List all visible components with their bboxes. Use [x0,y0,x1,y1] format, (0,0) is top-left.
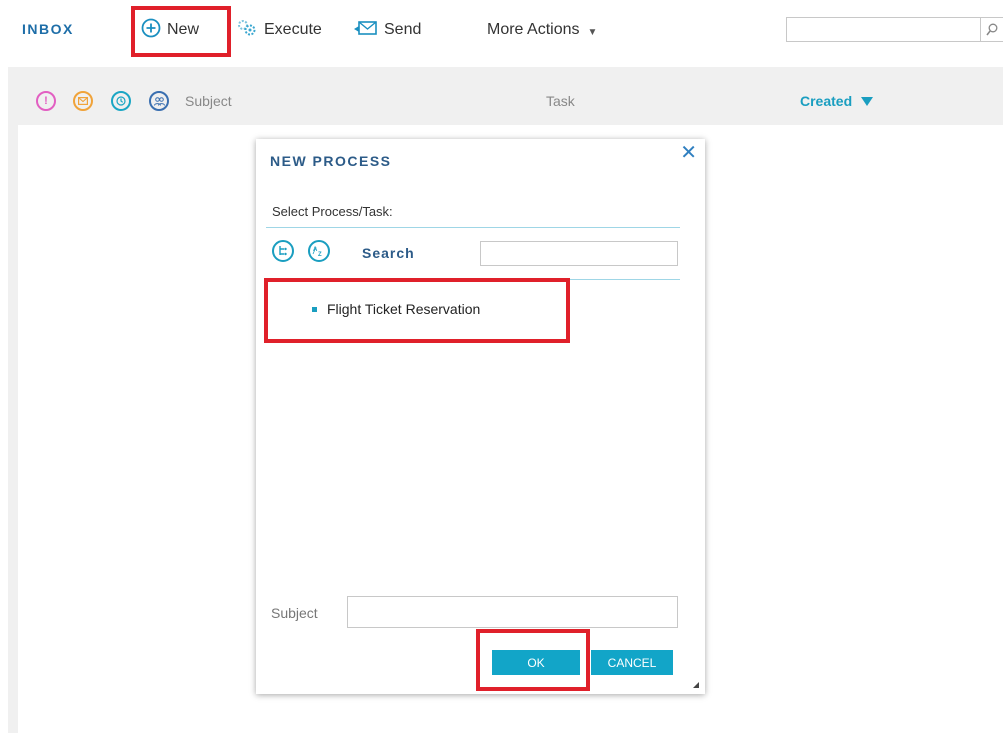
sort-descending-icon [861,96,874,106]
column-created[interactable]: Created [800,93,874,109]
execute-button-label: Execute [264,21,322,38]
gears-icon [236,19,258,42]
cancel-button[interactable]: CANCEL [591,650,673,675]
column-created-label: Created [800,93,853,109]
priority-icon[interactable]: ! [36,91,56,111]
send-button-label: Send [384,21,422,38]
execute-button[interactable]: Execute [236,17,322,43]
divider [266,279,680,280]
clock-icon[interactable] [111,91,131,111]
tree-item-label: Flight Ticket Reservation [327,301,481,317]
search-icon[interactable] [980,17,1003,42]
message-icon[interactable] [73,91,93,111]
group-icon[interactable] [149,91,169,111]
caret-down-icon: ▼ [587,26,598,38]
more-actions-label: More Actions [487,21,580,38]
resize-grip-icon[interactable] [693,682,699,688]
sort-az-icon[interactable]: AZ [308,240,330,262]
ok-button[interactable]: OK [492,650,580,675]
svg-text:Z: Z [318,252,322,257]
column-task[interactable]: Task [546,93,575,109]
tree-item-flight-ticket-reservation[interactable]: Flight Ticket Reservation [312,301,480,317]
close-icon[interactable]: ✕ [680,143,697,163]
new-button[interactable]: New [141,17,199,43]
send-mail-icon [354,20,378,41]
new-button-label: New [167,21,200,38]
global-search-input[interactable] [786,17,981,42]
search-label: Search [362,245,415,261]
select-process-label: Select Process/Task: [272,204,393,219]
subject-label: Subject [271,605,318,621]
inbox-title: INBOX [22,21,74,37]
plus-circle-icon [141,18,161,43]
tree-view-icon[interactable] [272,240,294,262]
process-search-input[interactable] [480,241,678,266]
dialog-title: NEW PROCESS [270,153,392,169]
column-subject[interactable]: Subject [185,93,232,109]
more-actions-dropdown[interactable]: More Actions ▼ [487,17,597,43]
new-process-dialog: NEW PROCESS ✕ Select Process/Task: AZ Se… [256,139,705,694]
send-button[interactable]: Send [354,17,421,43]
subject-input[interactable] [347,596,678,628]
divider [266,227,680,228]
bullet-icon [312,306,317,312]
